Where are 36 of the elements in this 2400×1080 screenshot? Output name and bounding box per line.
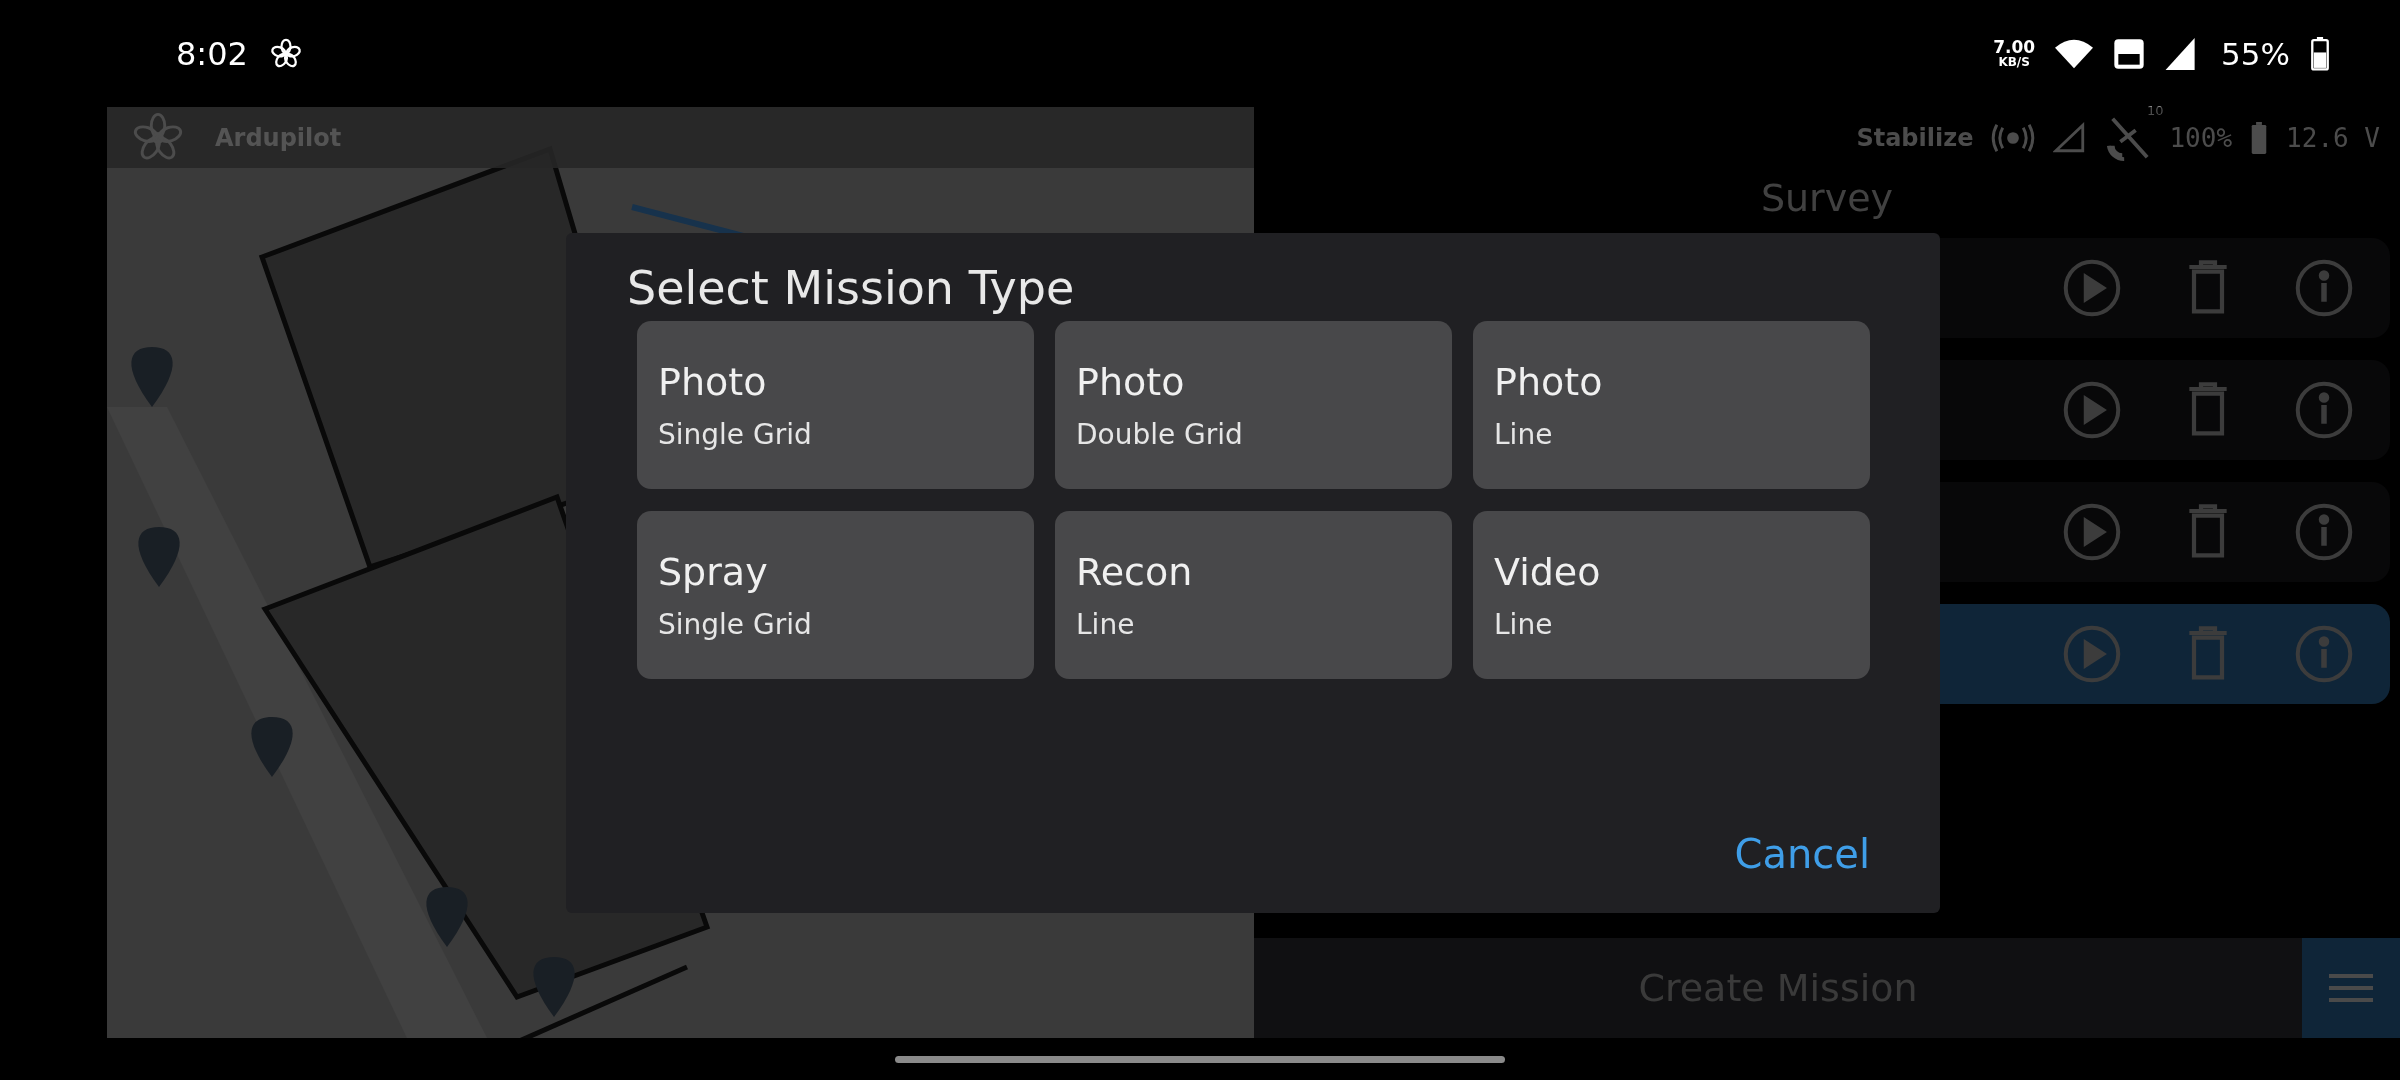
mission-type-option[interactable]: Photo Line — [1473, 321, 1870, 489]
play-icon[interactable] — [2062, 258, 2122, 318]
mission-type-option[interactable]: Photo Single Grid — [637, 321, 1034, 489]
satellite-count: 10 — [2146, 102, 2164, 118]
battery-icon — [2250, 121, 2269, 154]
battery-percent: 55% — [2221, 35, 2290, 72]
broadcast-icon — [1991, 122, 2036, 153]
info-icon[interactable] — [2294, 258, 2354, 318]
network-speed: 7.00 KB/S — [1993, 39, 2036, 68]
mission-type-option[interactable]: Photo Double Grid — [1055, 321, 1452, 489]
home-handle[interactable] — [895, 1055, 1505, 1063]
wifi-icon — [2055, 38, 2094, 69]
info-icon[interactable] — [2294, 380, 2354, 440]
trash-icon[interactable] — [2186, 382, 2230, 438]
menu-button[interactable] — [2302, 938, 2400, 1038]
play-icon[interactable] — [2062, 502, 2122, 562]
dialog-title: Select Mission Type — [627, 261, 1076, 317]
menu-icon — [2329, 971, 2373, 1005]
voltage: 12.6 V — [2286, 122, 2380, 153]
battery-icon — [2310, 36, 2330, 71]
panel-title: Survey — [1759, 175, 1895, 222]
info-icon[interactable] — [2294, 502, 2354, 562]
flight-mode: Stabilize — [1856, 123, 1974, 152]
trash-icon[interactable] — [2186, 504, 2230, 560]
trash-icon[interactable] — [2186, 260, 2230, 316]
mission-type-option[interactable]: Spray Single Grid — [637, 511, 1034, 679]
cancel-button[interactable]: Cancel — [1734, 831, 1870, 877]
clock-time: 8:02 — [176, 34, 248, 73]
trash-icon[interactable] — [2186, 626, 2230, 682]
mission-type-option[interactable]: Video Line — [1473, 511, 1870, 679]
play-icon[interactable] — [2062, 380, 2122, 440]
mission-type-option[interactable]: Recon Line — [1055, 511, 1452, 679]
play-icon[interactable] — [2062, 624, 2122, 684]
battery-level: 100% — [2169, 122, 2233, 153]
volte-icon — [2113, 37, 2146, 70]
info-icon[interactable] — [2294, 624, 2354, 684]
